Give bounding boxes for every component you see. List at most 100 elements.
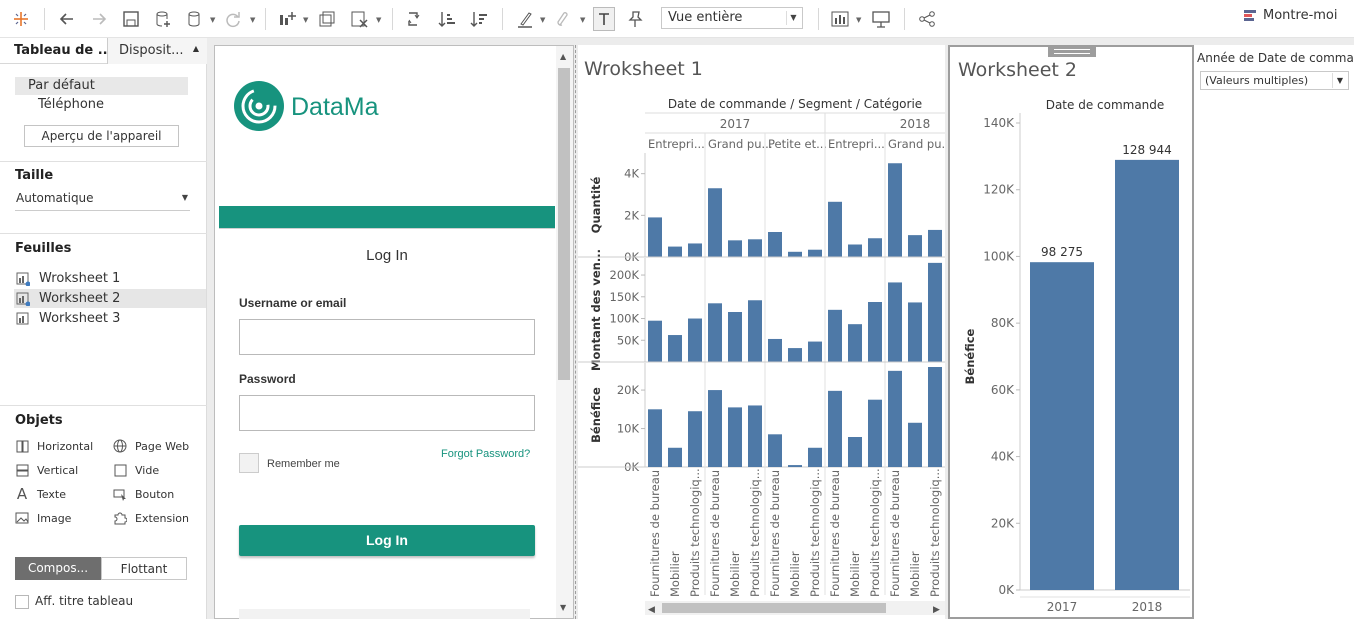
highlight-icon[interactable] xyxy=(514,7,536,31)
datasource-icon[interactable] xyxy=(184,7,206,31)
scroll-left-icon: ◀ xyxy=(648,605,655,615)
worksheet-icon xyxy=(16,272,30,286)
undo-icon[interactable] xyxy=(56,7,78,31)
bar xyxy=(868,302,882,362)
tick-label: 20K xyxy=(617,383,640,397)
login-button[interactable]: Log In xyxy=(239,525,535,556)
tableau-logo-icon[interactable] xyxy=(10,7,32,31)
swap-icon[interactable] xyxy=(404,7,426,31)
segment-label: Entrepri... xyxy=(648,137,705,151)
ws2-tick-label: 0K xyxy=(998,583,1015,597)
spinner-icon: ▲ xyxy=(192,44,199,53)
filter-title: Année de Date de comma... xyxy=(1197,51,1354,65)
redo-icon[interactable] xyxy=(88,7,110,31)
splitter[interactable] xyxy=(575,45,577,619)
scrollbar-thumb[interactable] xyxy=(558,68,570,380)
forgot-password-link[interactable]: Forgot Password? xyxy=(441,448,530,460)
worksheet-icon xyxy=(16,312,29,324)
bar xyxy=(908,422,922,467)
category-label: Produits technologiq... xyxy=(928,468,942,597)
blank-icon xyxy=(113,463,127,477)
web-scrollbar[interactable]: ▲ ▼ xyxy=(556,46,573,618)
show-me-button[interactable]: Montre-moi xyxy=(1243,8,1337,23)
sheet-item-1[interactable]: Wroksheet 1 xyxy=(14,269,206,288)
object-image[interactable]: Image xyxy=(15,511,71,525)
category-label: Fournitures de bureau xyxy=(708,470,722,597)
bar xyxy=(768,338,782,362)
segment-label: Grand pu... xyxy=(888,137,945,151)
floating-button[interactable]: Flottant xyxy=(101,557,187,580)
chevron-down-icon: ▼ xyxy=(181,193,188,202)
username-input[interactable] xyxy=(239,319,535,355)
bar xyxy=(768,434,782,467)
object-horizontal[interactable]: Horizontal xyxy=(15,439,93,453)
device-phone[interactable]: Téléphone xyxy=(38,97,104,112)
bar xyxy=(828,390,842,467)
presentation-icon[interactable] xyxy=(870,7,892,31)
ws2-tick-label: 100K xyxy=(983,249,1015,263)
bar xyxy=(668,335,682,362)
tab-layout[interactable]: Disposit... ▲ xyxy=(108,38,207,64)
tiled-button[interactable]: Compos... xyxy=(15,557,101,580)
object-button[interactable]: Bouton xyxy=(113,487,174,501)
new-worksheet-icon[interactable] xyxy=(276,7,298,31)
sheet-item-3[interactable]: Worksheet 3 xyxy=(14,309,206,328)
bar xyxy=(888,370,902,467)
tab-dashboard[interactable]: Tableau de ... xyxy=(0,38,108,64)
save-icon[interactable] xyxy=(120,7,142,31)
sort-descending-icon[interactable] xyxy=(468,7,490,31)
object-blank[interactable]: Vide xyxy=(113,463,159,477)
worksheet-icon xyxy=(16,292,30,306)
object-label: Horizontal xyxy=(37,439,94,453)
pin-icon[interactable] xyxy=(624,7,646,31)
group-icon[interactable] xyxy=(552,7,574,31)
ws2-tick-label: 120K xyxy=(983,183,1015,197)
object-label: Texte xyxy=(37,487,67,501)
teal-banner xyxy=(219,206,555,228)
worksheet-2[interactable]: Worksheet 2 Date de commande Bénéfice 140K… xyxy=(948,45,1194,619)
share-icon[interactable] xyxy=(916,7,938,31)
object-extension[interactable]: Extension xyxy=(113,511,189,525)
row-label: Quantité xyxy=(589,176,603,233)
bar xyxy=(868,238,882,257)
category-label: Mobilier xyxy=(908,551,922,597)
show-cards-icon[interactable] xyxy=(829,7,851,31)
category-label: Mobilier xyxy=(668,551,682,597)
clear-sheet-icon[interactable] xyxy=(348,7,370,31)
password-input[interactable] xyxy=(239,395,535,431)
bar xyxy=(648,320,662,362)
tick-label: 150K xyxy=(610,290,640,304)
object-text[interactable]: A Texte xyxy=(15,485,67,503)
object-label: Image xyxy=(37,511,72,525)
device-preview-button[interactable]: Aperçu de l'appareil xyxy=(24,125,179,147)
bar xyxy=(848,324,862,362)
segment-label: Entrepri... xyxy=(828,137,885,151)
show-title-checkbox[interactable] xyxy=(15,595,29,609)
object-web-page[interactable]: Page Web xyxy=(113,439,189,453)
refresh-icon[interactable] xyxy=(222,7,244,31)
web-page-object[interactable]: DataMa Log In Username or email Password… xyxy=(214,45,574,619)
view-select[interactable]: Vue entière ▼ xyxy=(661,7,803,29)
remember-me-checkbox[interactable] xyxy=(239,453,259,473)
text-icon: A xyxy=(16,485,28,503)
scroll-up-icon[interactable]: ▲ xyxy=(560,52,566,61)
device-default[interactable]: Par défaut xyxy=(15,77,188,95)
bar xyxy=(728,312,742,362)
sheet-item-2[interactable]: Worksheet 2 xyxy=(14,289,206,308)
segment-label: Petite et... xyxy=(768,137,827,151)
category-label: Produits technologiq... xyxy=(748,468,762,597)
worksheet-1[interactable]: Wroksheet 1 Date de commande / Segment /… xyxy=(578,45,945,619)
ws2-y-axis-label: Bénéfice xyxy=(963,328,977,384)
new-datasource-icon[interactable] xyxy=(152,7,174,31)
globe-icon xyxy=(113,439,127,453)
filter-dropdown[interactable]: (Valeurs multiples) ▼ xyxy=(1200,71,1349,90)
object-vertical[interactable]: Vertical xyxy=(15,463,78,477)
show-labels-icon[interactable] xyxy=(593,7,615,31)
size-select[interactable]: Automatique ▼ xyxy=(15,191,190,211)
datama-logo-icon xyxy=(234,81,284,131)
ws2-tick-label: 140K xyxy=(983,116,1015,130)
sort-ascending-icon[interactable] xyxy=(436,7,458,31)
scroll-down-icon[interactable]: ▼ xyxy=(560,603,566,612)
duplicate-sheet-icon[interactable] xyxy=(316,7,338,31)
category-label: Produits technologiq... xyxy=(688,468,702,597)
